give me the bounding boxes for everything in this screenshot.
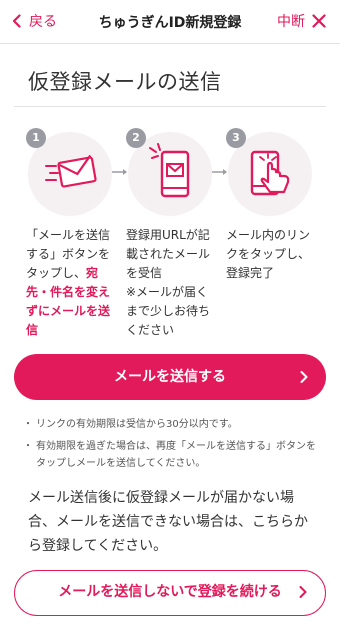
send-mail-button-label: メールを送信する (114, 369, 226, 385)
notes-list: リンクの有効期限は受信から30分以内です。 有効期限を過ぎた場合は、再度「メール… (23, 416, 316, 477)
info-text: メール送信後に仮登録メールが届かない場合、メールを送信できない場合は、こちらから… (28, 490, 308, 554)
arrow-right-icon (212, 169, 227, 175)
header-bar: 戻る ちゅうぎんID新規登録 中断 (0, 0, 340, 44)
continue-without-mail-label: メールを送信しないで登録を続ける (58, 584, 282, 600)
send-mail-button[interactable]: メールを送信する (14, 354, 326, 400)
chevron-right-icon (299, 586, 307, 598)
arrow-right-icon (112, 169, 127, 175)
step-3-text: メール内のリンクをタップし、登録完了 (226, 228, 311, 280)
continue-without-mail-button[interactable]: メールを送信しないで登録を続ける (14, 570, 326, 616)
divider (14, 106, 326, 107)
phone-tap-icon (250, 150, 290, 196)
quit-label: 中断 (277, 14, 305, 30)
quit-button[interactable]: 中断 (277, 11, 326, 31)
page-title: 仮登録メールの送信 (28, 70, 222, 94)
step-3-badge: 3 (226, 128, 246, 148)
step-1-badge: 1 (26, 128, 46, 148)
note-item: 有効期限を過ぎた場合は、再度「メールを送信する」ボタンをタップしメールを送信して… (23, 438, 316, 472)
send-mail-icon (45, 154, 97, 188)
chevron-right-icon (300, 371, 308, 383)
phone-mail-icon (149, 143, 190, 198)
step-1-text: 「メールを送信する」ボタンをタップし、宛先・件名を変えずにメールを送信 (26, 228, 111, 337)
step-2-badge: 2 (126, 128, 146, 148)
close-icon (312, 14, 326, 28)
note-item: リンクの有効期限は受信から30分以内です。 (23, 416, 316, 433)
step-2-text: 登録用URLが記載されたメールを受信 ※メールが届くまで少しお待ちください (126, 228, 211, 337)
